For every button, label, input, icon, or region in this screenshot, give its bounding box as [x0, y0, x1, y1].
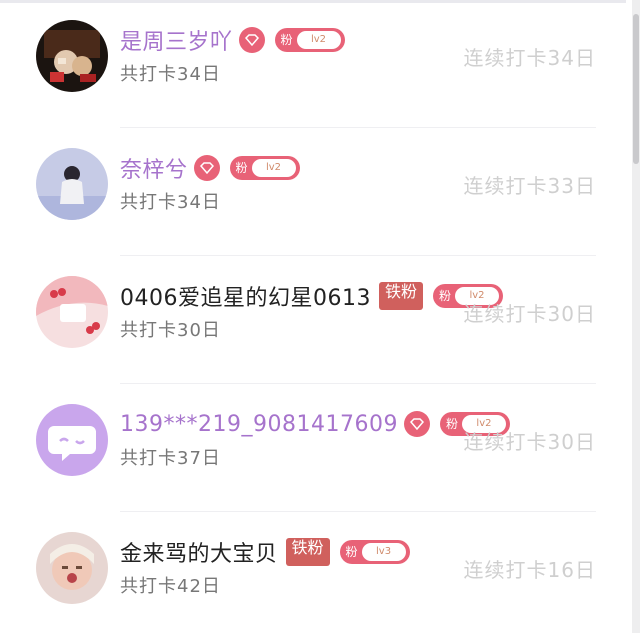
fan-badge: 粉 lv2	[229, 156, 300, 180]
username[interactable]: 奈梓兮	[120, 152, 188, 184]
total-checkins: 共打卡42日	[120, 576, 221, 597]
username[interactable]: 0406爱追星的幻星0613	[120, 280, 371, 312]
diamond-icon	[193, 155, 220, 181]
avatar[interactable]	[36, 148, 108, 220]
streak-checkins: 连续打卡33日	[463, 174, 596, 198]
avatar[interactable]	[36, 20, 108, 92]
total-checkins: 共打卡34日	[120, 192, 221, 213]
fan-badge: 粉 lv2	[274, 28, 345, 52]
avatar[interactable]	[36, 404, 108, 476]
fan-badge: 粉 lv3	[339, 540, 410, 564]
list-item[interactable]: 金来骂的大宝贝 铁粉 粉 lv3 共打卡42日 连续打卡16日	[0, 512, 626, 640]
diamond-icon	[403, 411, 430, 437]
streak-checkins: 连续打卡30日	[463, 430, 596, 454]
streak-checkins: 连续打卡34日	[463, 46, 596, 70]
list-item[interactable]: 奈梓兮 粉 lv2 共打卡34日 连续打卡33日	[0, 128, 626, 256]
iron-fan-badge: 铁粉	[378, 282, 423, 310]
list-item[interactable]: 139***219_9081417609 粉 lv2 共打卡37日 连续打卡30…	[0, 384, 626, 512]
scrollbar-track[interactable]	[632, 0, 640, 633]
list-item[interactable]: 是周三岁吖 粉 lv2 共打卡34日 连续打卡34日	[0, 0, 626, 128]
streak-checkins: 连续打卡30日	[463, 302, 596, 326]
username[interactable]: 139***219_9081417609	[120, 412, 398, 437]
total-checkins: 共打卡30日	[120, 320, 221, 341]
scrollbar-thumb[interactable]	[633, 14, 639, 164]
avatar[interactable]	[36, 276, 108, 348]
list-item[interactable]: 0406爱追星的幻星0613 铁粉 粉 lv2 共打卡30日 连续打卡30日	[0, 256, 626, 384]
diamond-icon	[238, 27, 265, 53]
username[interactable]: 金来骂的大宝贝	[120, 536, 278, 568]
username[interactable]: 是周三岁吖	[120, 24, 233, 56]
avatar[interactable]	[36, 532, 108, 604]
total-checkins: 共打卡34日	[120, 64, 221, 85]
iron-fan-badge: 铁粉	[285, 538, 330, 566]
streak-checkins: 连续打卡16日	[463, 558, 596, 582]
total-checkins: 共打卡37日	[120, 448, 221, 469]
